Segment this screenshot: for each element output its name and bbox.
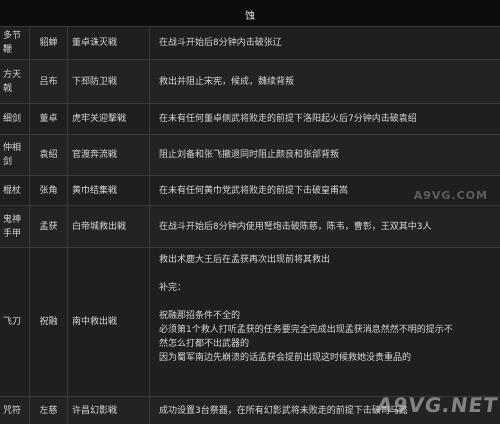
condition-line: 因为蜀军南边先崩溃的话孟获会提前出现这时候救她没贵重品的	[159, 353, 412, 363]
weapon-name: 棍杖	[0, 176, 30, 205]
weapon-name: 多节鞭	[0, 27, 30, 59]
character-name: 吕布	[30, 60, 68, 103]
condition-line	[159, 295, 453, 309]
condition-notes: 救出术鹿大王后在孟获再次出现前将其救出 补完： 祝融那招条件不全的 必须第1个救…	[159, 253, 453, 365]
weapon-name: 细剑	[0, 104, 30, 134]
table-header: 蚀	[0, 0, 500, 27]
character-name: 张角	[30, 176, 68, 205]
watermark: A9VG.NET	[375, 393, 500, 417]
character-name: 孟获	[30, 206, 68, 247]
table-row: 细剑 董卓 虎牢关迎撃戦 在未有任何董卓侧武将败走的前提下洛阳起火后7分钟内击破…	[0, 104, 500, 135]
screenshot-frame: 蚀 多节鞭 貂蝉 董卓诛灭戦 在战斗开始后8分钟内击破张辽 方天戟 吕布 下邳防…	[0, 0, 500, 424]
weapon-name: 鬼神手甲	[0, 206, 30, 247]
unlock-condition: 阻止刘备和张飞撤退同时阻止颜良和张郃背叛	[159, 150, 340, 160]
table-title: 蚀	[245, 11, 255, 22]
table-row: 多节鞭 貂蝉 董卓诛灭戦 在战斗开始后8分钟内击破张辽	[0, 27, 500, 60]
weapon-name: 飞刀	[0, 248, 30, 396]
stage-name: 官渡奔流戦	[68, 135, 150, 175]
character-name: 袁绍	[30, 135, 68, 175]
weapon-name: 仲相剑	[0, 135, 30, 175]
condition-line	[159, 267, 453, 281]
stage-name: 虎牢关迎撃戦	[68, 104, 150, 134]
condition-line: 必须第1个救人打听孟获的任务要完全完成出现孟获消息然然不明的提示不	[159, 325, 453, 335]
character-name: 董卓	[30, 104, 68, 134]
stage-name: 下邳防卫戦	[68, 60, 150, 103]
unlock-condition: 在战斗开始后8分钟内击破张辽	[159, 38, 282, 48]
stage-name: 黄巾结集戦	[68, 176, 150, 205]
stage-name: 董卓诛灭戦	[68, 27, 150, 59]
condition-line: 补完：	[159, 283, 187, 293]
unlock-condition: 救出并阻止宋宪，候成，魏续背叛	[159, 76, 295, 87]
table-row: 鬼神手甲 孟获 白帝城救出戦 在战斗开始后8分钟内使用弩炮击破陈慈，陈韦，曹彰，…	[0, 206, 500, 248]
unlock-condition: 在未有任何董卓侧武将败走的前提下洛阳起火后7分钟内击破袁绍	[159, 114, 417, 124]
condition-line: 然怎么打都不出武器的	[159, 339, 250, 349]
weapon-name: 方天戟	[0, 60, 30, 103]
table-row: 方天戟 吕布 下邳防卫戦 救出并阻止宋宪，候成，魏续背叛	[0, 60, 500, 104]
table-row: 飞刀 祝融 南中救出戦 救出术鹿大王后在孟获再次出现前将其救出 补完： 祝融那招…	[0, 248, 500, 397]
condition-line: 祝融那招条件不全的	[159, 311, 241, 321]
unlock-condition: 在战斗开始后8分钟内使用弩炮击破陈慈，陈韦，曹彰，王双其中3人	[159, 221, 432, 232]
character-name: 祝融	[30, 248, 68, 396]
character-name: 左慈	[30, 397, 68, 424]
weapon-table: 多节鞭 貂蝉 董卓诛灭戦 在战斗开始后8分钟内击破张辽 方天戟 吕布 下邳防卫戦…	[0, 27, 500, 424]
stage-name: 白帝城救出戦	[68, 206, 150, 247]
watermark-secondary: A9VG.COM	[413, 189, 488, 202]
character-name: 貂蝉	[30, 27, 68, 59]
stage-name: 许昌幻影戦	[68, 397, 150, 424]
table-row: 仲相剑 袁绍 官渡奔流戦 阻止刘备和张飞撤退同时阻止颜良和张郃背叛	[0, 135, 500, 176]
stage-name: 南中救出戦	[68, 248, 150, 396]
weapon-name: 咒符	[0, 397, 30, 424]
condition-line: 救出术鹿大王后在孟获再次出现前将其救出	[159, 255, 331, 265]
unlock-condition: 救出术鹿大王后在孟获再次出现前将其救出 补完： 祝融那招条件不全的 必须第1个救…	[150, 248, 500, 396]
